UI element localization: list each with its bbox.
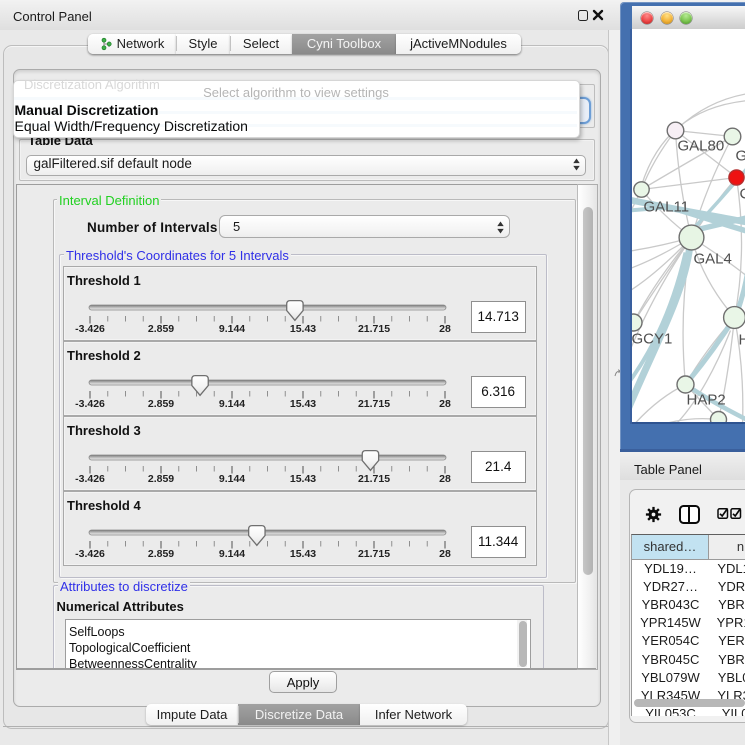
svg-text:G: G xyxy=(735,147,745,164)
svg-text:GAL4: GAL4 xyxy=(693,250,731,267)
svg-text:21.715: 21.715 xyxy=(358,398,390,410)
svg-text:-3.426: -3.426 xyxy=(75,473,105,485)
svg-text:9.144: 9.144 xyxy=(219,548,245,560)
svg-text:-3.426: -3.426 xyxy=(75,398,105,410)
svg-text:2.859: 2.859 xyxy=(148,548,174,560)
svg-text:HAP2: HAP2 xyxy=(686,391,725,408)
svg-text:H: H xyxy=(738,331,745,348)
svg-text:28: 28 xyxy=(439,323,451,335)
svg-text:9.144: 9.144 xyxy=(219,473,245,485)
svg-text:15.43: 15.43 xyxy=(290,548,316,560)
svg-text:28: 28 xyxy=(439,548,451,560)
svg-text:28: 28 xyxy=(439,473,451,485)
svg-text:21.715: 21.715 xyxy=(358,473,390,485)
svg-text:2.859: 2.859 xyxy=(148,323,174,335)
svg-text:15.43: 15.43 xyxy=(290,473,316,485)
svg-text:GAL80: GAL80 xyxy=(677,137,724,154)
svg-text:GAL11: GAL11 xyxy=(643,198,689,215)
svg-text:15.43: 15.43 xyxy=(290,398,316,410)
svg-text:2.859: 2.859 xyxy=(148,473,174,485)
svg-text:GCY1: GCY1 xyxy=(632,330,672,347)
svg-text:21.715: 21.715 xyxy=(358,548,390,560)
svg-text:-3.426: -3.426 xyxy=(75,548,105,560)
svg-text:9.144: 9.144 xyxy=(219,323,245,335)
svg-text:2.859: 2.859 xyxy=(148,398,174,410)
svg-text:C: C xyxy=(739,185,745,202)
svg-text:15.43: 15.43 xyxy=(290,323,316,335)
svg-text:21.715: 21.715 xyxy=(358,323,390,335)
svg-text:-3.426: -3.426 xyxy=(75,323,105,335)
svg-text:28: 28 xyxy=(439,398,451,410)
svg-text:9.144: 9.144 xyxy=(219,398,245,410)
